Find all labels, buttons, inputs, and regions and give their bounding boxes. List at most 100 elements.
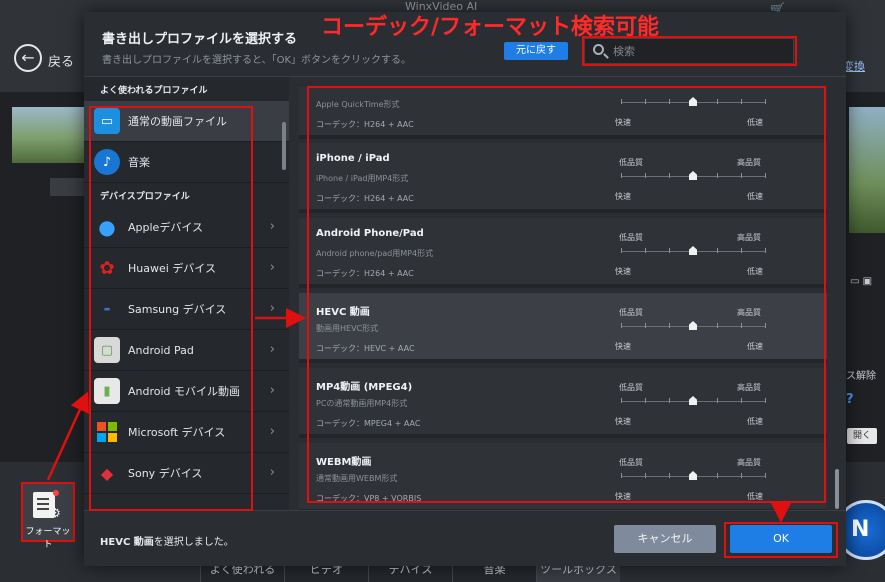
slider-tick: [621, 99, 622, 104]
quality-slider[interactable]: [621, 321, 766, 330]
sidebar-item-huawei[interactable]: ✿ Huawei デバイス ›: [84, 248, 289, 289]
quality-low-label: 低品質: [619, 308, 643, 317]
slider-tick: [717, 398, 718, 403]
slider-tick: [645, 99, 646, 104]
quality-low-label: 低品質: [619, 458, 643, 467]
slider-tick: [645, 398, 646, 403]
slider-tick: [765, 173, 766, 178]
sidebar-item-normal-video[interactable]: ▭ 通常の動画ファイル: [84, 101, 289, 142]
quality-slider-thumb[interactable]: [689, 471, 697, 480]
chevron-right-icon: ›: [269, 465, 275, 480]
speed-slow-label: 低速: [747, 342, 763, 351]
microsoft-icon: [94, 419, 120, 445]
samsung-icon: ▬: [103, 305, 111, 313]
sidebar-scrollbar[interactable]: [282, 122, 286, 170]
quality-slider-thumb[interactable]: [689, 171, 697, 180]
apple-icon: ●: [98, 215, 116, 239]
quality-slider-thumb[interactable]: [689, 246, 697, 255]
slider-tick: [741, 248, 742, 253]
release-label: ス解除: [846, 371, 876, 382]
profile-codec: コーデック：H264 + AAC: [316, 269, 414, 278]
quality-slider-thumb[interactable]: [689, 396, 697, 405]
profile-name: iPhone / iPad: [316, 153, 390, 164]
selected-profile-name: HEVC 動画: [100, 537, 154, 548]
slider-tick: [741, 473, 742, 478]
sidebar-item-label: Android モバイル動画: [128, 385, 241, 398]
back-label[interactable]: 戻る: [48, 51, 74, 70]
profile-card-webm[interactable]: WEBM動画 通常動画用WEBM形式 コーデック：VP8 + VORBIS 低品…: [299, 443, 827, 510]
speed-slow-label: 低速: [747, 492, 763, 501]
slider-tick: [765, 99, 766, 104]
slider-tick: [621, 173, 622, 178]
slider-tick: [669, 248, 670, 253]
folder-icon[interactable]: ▭ ▣: [850, 276, 872, 287]
quality-slider[interactable]: [621, 471, 766, 480]
search-input[interactable]: [613, 42, 789, 60]
sidebar-item-android-mobile[interactable]: ▮ Android モバイル動画 ›: [84, 371, 289, 412]
slider-tick: [669, 473, 670, 478]
sidebar-item-music[interactable]: ♪ 音楽: [84, 142, 289, 183]
chevron-right-icon: ›: [269, 301, 275, 316]
sidebar-item-label: Appleデバイス: [128, 221, 203, 234]
quality-high-label: 高品質: [737, 458, 761, 467]
playstation-icon: ◆: [100, 463, 114, 483]
profile-card-quicktime[interactable]: Apple QuickTime形式 コーデック：H264 + AAC 快速 低速: [299, 87, 827, 139]
cancel-button[interactable]: キャンセル: [614, 525, 716, 553]
section-device-profiles: デバイスプロファイル: [100, 192, 190, 202]
format-button[interactable]: ⚙ フォーマット: [21, 482, 75, 550]
chevron-right-icon: ›: [269, 424, 275, 439]
dialog-footer: HEVC 動画を選択しました。 キャンセル OK: [84, 510, 846, 566]
slider-tick: [645, 173, 646, 178]
slider-tick: [621, 398, 622, 403]
profile-list-scrollbar[interactable]: [835, 469, 839, 509]
back-icon[interactable]: ←: [14, 44, 42, 72]
sidebar-item-label: Huawei デバイス: [128, 262, 216, 275]
dialog-subtitle: 書き出しプロファイルを選択すると、「OK」ボタンをクリックする。: [102, 55, 412, 66]
search-box[interactable]: [584, 38, 794, 64]
speed-fast-label: 快速: [615, 267, 631, 276]
profile-card-android[interactable]: Android Phone/Pad Android phone/pad用MP4形…: [299, 218, 827, 288]
quality-slider[interactable]: [621, 171, 766, 180]
quality-high-label: 高品質: [737, 158, 761, 167]
profile-description: Apple QuickTime形式: [316, 100, 400, 109]
slider-tick: [621, 248, 622, 253]
quality-low-label: 低品質: [619, 383, 643, 392]
annotation-search-note: コーデック/フォーマット検索可能: [321, 15, 660, 40]
quality-slider-thumb[interactable]: [689, 97, 697, 106]
profile-card-mp4[interactable]: MP4動画 (MPEG4) PCの通常動画用MP4形式 コーデック：MPEG4 …: [299, 368, 827, 438]
quality-slider[interactable]: [621, 246, 766, 255]
slider-tick: [645, 248, 646, 253]
slider-tick: [765, 248, 766, 253]
thumbnail-toolbar: [50, 178, 84, 196]
sidebar-item-samsung[interactable]: ▬ Samsung デバイス ›: [84, 289, 289, 330]
slider-tick: [645, 473, 646, 478]
sidebar-item-label: Sony デバイス: [128, 467, 203, 480]
reset-button[interactable]: 元に戻す: [504, 42, 568, 60]
sidebar-item-android-pad[interactable]: ▢ Android Pad ›: [84, 330, 289, 371]
sidebar-item-sony[interactable]: ◆ Sony デバイス ›: [84, 453, 289, 494]
slider-tick: [741, 173, 742, 178]
slider-tick: [669, 398, 670, 403]
profile-codec: コーデック：H264 + AAC: [316, 194, 414, 203]
export-profile-dialog: 書き出しプロファイルを選択する 書き出しプロファイルを選択すると、「OK」ボタン…: [84, 12, 846, 566]
sidebar-item-label: Samsung デバイス: [128, 303, 227, 316]
profile-card-iphone-ipad[interactable]: iPhone / iPad iPhone / iPad用MP4形式 コーデック：…: [299, 143, 827, 213]
ok-button[interactable]: OK: [730, 525, 832, 553]
profile-card-hevc[interactable]: HEVC 動画 動画用HEVC形式 コーデック：HEVC + AAC 低品質 高…: [299, 293, 827, 363]
convert-link[interactable]: 変換: [843, 58, 865, 74]
sidebar-item-apple[interactable]: ● Appleデバイス ›: [84, 207, 289, 248]
help-icon[interactable]: ?: [846, 392, 854, 407]
profile-description: 通常動画用WEBM形式: [316, 474, 398, 483]
quality-slider[interactable]: [621, 97, 766, 106]
open-button[interactable]: 開く: [847, 428, 877, 444]
video-thumbnail[interactable]: [12, 107, 84, 163]
quality-slider-thumb[interactable]: [689, 321, 697, 330]
quality-low-label: 低品質: [619, 158, 643, 167]
monitor-icon: ▭: [94, 108, 120, 134]
quality-high-label: 高品質: [737, 308, 761, 317]
sidebar-item-microsoft[interactable]: Microsoft デバイス ›: [84, 412, 289, 453]
profile-codec: コーデック：HEVC + AAC: [316, 344, 415, 353]
slider-tick: [669, 99, 670, 104]
quality-slider[interactable]: [621, 396, 766, 405]
chevron-right-icon: ›: [269, 342, 275, 357]
